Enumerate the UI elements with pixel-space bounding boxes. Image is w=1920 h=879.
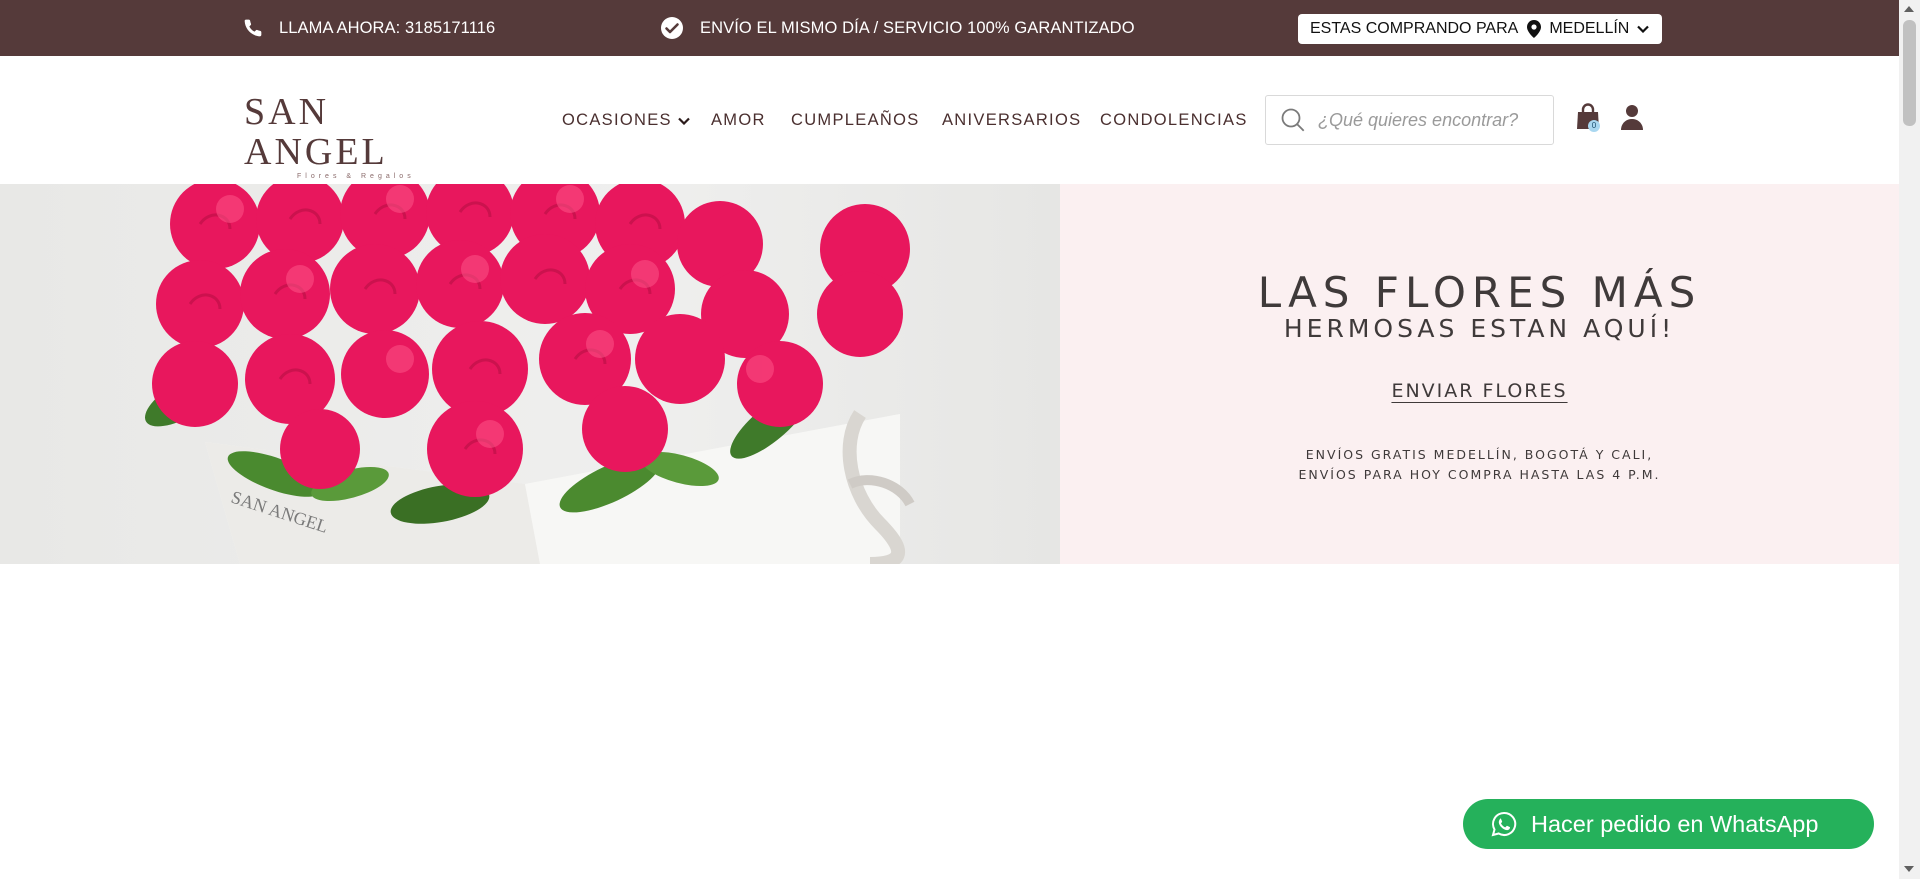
send-flowers-link[interactable]: ENVIAR FLORES — [1060, 380, 1899, 402]
nav-label: CONDOLENCIAS — [1100, 111, 1248, 129]
phone-icon — [243, 18, 263, 38]
scroll-down-arrow-icon[interactable] — [1904, 866, 1914, 872]
map-pin-icon — [1527, 20, 1542, 38]
logo[interactable]: SAN ANGEL Flores & Regalos — [244, 92, 456, 180]
top-bar: LLAMA AHORA: 3185171116 ENVÍO EL MISMO D… — [0, 0, 1899, 56]
whatsapp-label: Hacer pedido en WhatsApp — [1531, 810, 1819, 837]
user-icon — [1620, 105, 1644, 134]
nav-label: AMOR — [711, 111, 766, 129]
shipping-text: ENVÍO EL MISMO DÍA / SERVICIO 100% GARAN… — [700, 18, 1135, 37]
search-input[interactable] — [1318, 109, 1538, 131]
hero-title-line2: HERMOSAS ESTAN AQUÍ! — [1283, 314, 1676, 343]
vertical-scrollbar[interactable] — [1899, 0, 1920, 879]
whatsapp-order-button[interactable]: Hacer pedido en WhatsApp — [1463, 799, 1874, 849]
scroll-up-arrow-icon[interactable] — [1904, 6, 1914, 12]
nav-label: ANIVERSARIOS — [942, 111, 1082, 129]
nav-ocasiones[interactable]: OCASIONES — [562, 111, 690, 130]
check-circle-icon — [660, 16, 684, 40]
rose-box-illustration: SAN ANGEL — [145, 184, 915, 564]
nav-condolencias[interactable]: CONDOLENCIAS — [1100, 111, 1248, 130]
nav-label: OCASIONES — [562, 111, 672, 129]
chevron-down-icon — [678, 117, 690, 125]
hero-image: SAN ANGEL — [0, 184, 1060, 564]
shipping-notice: ENVÍO EL MISMO DÍA / SERVICIO 100% GARAN… — [660, 0, 1135, 56]
call-text: LLAMA AHORA: 3185171116 — [279, 18, 496, 37]
cart-count: 0 — [1588, 120, 1600, 132]
search-icon — [1280, 107, 1306, 133]
logo-name: SAN ANGEL — [244, 91, 388, 173]
whatsapp-icon — [1491, 811, 1517, 837]
hero-banner[interactable]: SAN ANGEL LAS FLORES MÁS HERMOSAS ESTAN … — [0, 184, 1899, 564]
account-button[interactable] — [1620, 104, 1644, 132]
call-now[interactable]: LLAMA AHORA: 3185171116 — [243, 0, 495, 56]
location-city: MEDELLÍN — [1549, 20, 1630, 37]
nav-aniversarios[interactable]: ANIVERSARIOS — [942, 111, 1081, 130]
nav-label: CUMPLEAÑOS — [791, 111, 920, 129]
location-prefix: ESTAS COMPRANDO PARA — [1310, 20, 1519, 37]
chevron-down-icon — [1637, 25, 1650, 33]
hero-text-panel: LAS FLORES MÁS HERMOSAS ESTAN AQUÍ! ENVI… — [1060, 184, 1899, 564]
cart-button[interactable]: 0 — [1576, 103, 1602, 133]
nav-amor[interactable]: AMOR — [711, 111, 766, 130]
hero-title-line1: LAS FLORES MÁS — [1257, 268, 1702, 317]
header: SAN ANGEL Flores & Regalos OCASIONES AMO… — [0, 56, 1899, 184]
shipping-note-line1: ENVÍOS GRATIS MEDELLÍN, BOGOTÁ Y CALI, — [1305, 447, 1654, 462]
send-flowers-label: ENVIAR FLORES — [1391, 380, 1568, 402]
location-selector[interactable]: ESTAS COMPRANDO PARA MEDELLÍN — [1298, 14, 1662, 44]
scrollbar-thumb[interactable] — [1903, 20, 1916, 126]
logo-tagline: Flores & Regalos — [297, 173, 415, 180]
search-box[interactable] — [1265, 95, 1554, 145]
shipping-note-line2: ENVÍOS PARA HOY COMPRA HASTA LAS 4 P.M. — [1298, 467, 1661, 482]
nav-cumpleanos[interactable]: CUMPLEAÑOS — [791, 111, 920, 130]
page: LLAMA AHORA: 3185171116 ENVÍO EL MISMO D… — [0, 0, 1920, 879]
